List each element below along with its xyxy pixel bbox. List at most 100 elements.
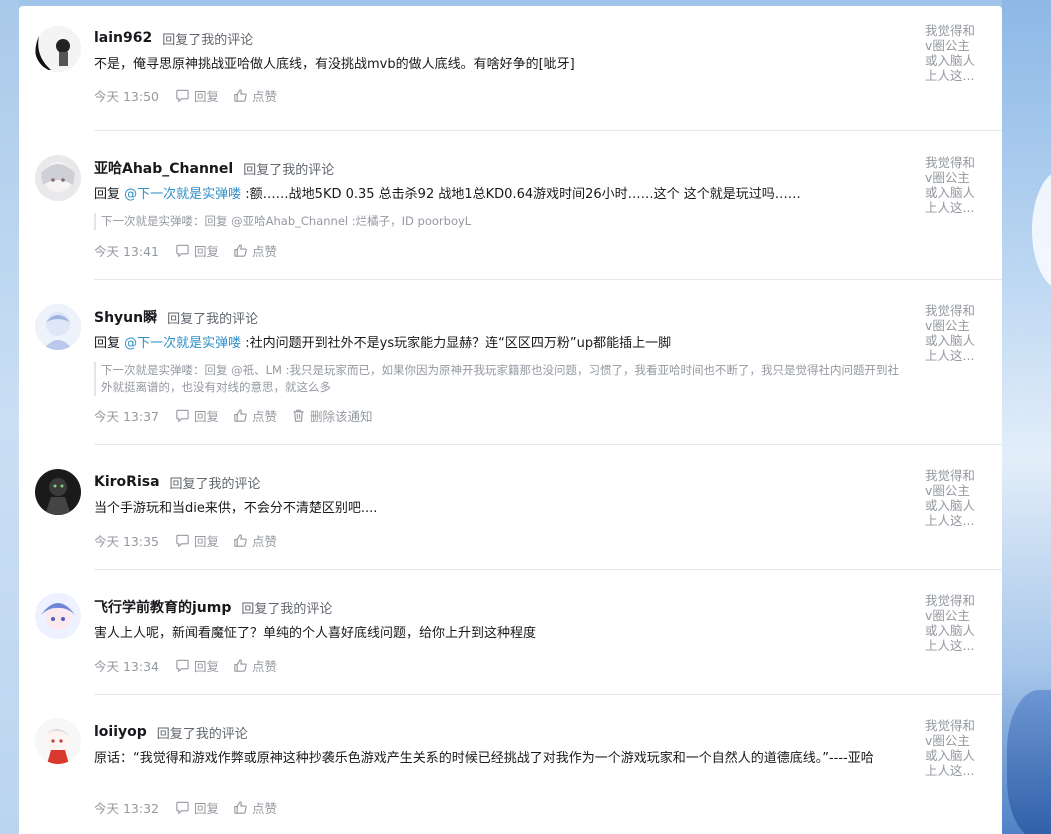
action-text: 回复了我的评论	[241, 601, 333, 617]
background-decoration	[1007, 690, 1051, 834]
reply-label: 回复	[194, 88, 220, 104]
list-item: 亚哈Ahab_Channel 回复了我的评论 回复 @下一次就是实弹喽 :额………	[19, 131, 1002, 280]
preview-line: 或入脑人	[925, 623, 976, 638]
preview-line: 我觉得和	[925, 155, 976, 170]
reply-meta: 今天 13:34 回复 点赞	[94, 656, 291, 674]
like-label: 点赞	[252, 88, 278, 104]
list-item: loiiyop 回复了我的评论 原话：“我觉得和游戏作弊或原神这种抄袭乐色游戏产…	[19, 695, 1002, 834]
reply-content[interactable]: 原话：“我觉得和游戏作弊或原神这种抄袭乐色游戏产生关系的时候已经挑战了对我作为一…	[94, 749, 874, 769]
avatar[interactable]	[35, 469, 81, 515]
original-comment-preview[interactable]: 我觉得和 v圈公主 或入脑人 上人这...	[925, 468, 987, 528]
like-button[interactable]: 点赞	[233, 656, 277, 675]
reply-header: loiiyop 回复了我的评论	[94, 722, 248, 742]
username[interactable]: lain962	[94, 30, 152, 46]
like-label: 点赞	[252, 658, 278, 674]
thumbs-up-icon	[234, 408, 247, 422]
reply-header: 飞行学前教育的jump 回复了我的评论	[94, 597, 332, 617]
preview-line: 上人这...	[925, 763, 975, 778]
avatar[interactable]	[35, 26, 81, 72]
username[interactable]: Shyun瞬	[94, 307, 157, 327]
preview-line: 上人这...	[925, 638, 975, 653]
username[interactable]: KiroRisa	[94, 474, 160, 490]
reply-header: 亚哈Ahab_Channel 回复了我的评论	[94, 158, 334, 178]
avatar[interactable]	[35, 304, 81, 350]
thumbs-up-icon	[234, 800, 247, 814]
like-button[interactable]: 点赞	[233, 406, 277, 425]
like-button[interactable]: 点赞	[233, 798, 277, 817]
thumbs-up-icon	[234, 243, 247, 257]
action-text: 回复了我的评论	[169, 476, 261, 492]
preview-line: v圈公主	[925, 318, 970, 333]
quoted-comment[interactable]: 下一次就是实弹喽：回复 @亚哈Ahab_Channel :烂橘子，ID poor…	[94, 213, 909, 230]
preview-line: 或入脑人	[925, 498, 976, 513]
preview-line: v圈公主	[925, 608, 970, 623]
preview-line: 我觉得和	[925, 303, 976, 318]
background-left	[0, 0, 19, 834]
action-text: 回复了我的评论	[167, 311, 259, 327]
reply-text: :额……战地5KD 0.35 总击杀92 战地1总KD0.64游戏时间26小时……	[241, 187, 801, 202]
reply-label: 回复	[194, 658, 220, 674]
reply-button[interactable]: 回复	[175, 798, 219, 817]
reply-text: :社内问题开到社外不是ys玩家能力显赫？连“区区四万粉”up都能插上一脚	[241, 336, 672, 351]
background-right	[1002, 0, 1051, 834]
original-comment-preview[interactable]: 我觉得和 v圈公主 或入脑人 上人这...	[925, 155, 987, 215]
reply-meta: 今天 13:35 回复 点赞	[94, 531, 291, 549]
avatar[interactable]	[35, 718, 81, 764]
list-item: lain962 回复了我的评论 不是，俺寻思原神挑战亚哈做人底线，有没挑战mvb…	[19, 6, 1002, 131]
mention-link[interactable]: @下一次就是实弹喽	[124, 336, 241, 351]
reply-prefix: 回复	[94, 336, 125, 351]
timestamp: 今天 13:50	[94, 88, 159, 104]
comment-icon	[176, 659, 189, 672]
reply-button[interactable]: 回复	[175, 86, 219, 105]
reply-content[interactable]: 回复 @下一次就是实弹喽 :社内问题开到社外不是ys玩家能力显赫？连“区区四万粉…	[94, 334, 884, 354]
reply-button[interactable]: 回复	[175, 241, 219, 260]
reply-meta: 今天 13:50 回复 点赞	[94, 86, 291, 104]
reply-button[interactable]: 回复	[175, 656, 219, 675]
reply-label: 回复	[194, 533, 220, 549]
background-decoration	[1032, 170, 1051, 290]
reply-button[interactable]: 回复	[175, 406, 219, 425]
original-comment-preview[interactable]: 我觉得和 v圈公主 或入脑人 上人这...	[925, 593, 987, 653]
like-button[interactable]: 点赞	[233, 531, 277, 550]
preview-line: 上人这...	[925, 68, 975, 83]
reply-meta: 今天 13:41 回复 点赞	[94, 241, 291, 259]
delete-notification-button[interactable]: 删除该通知	[291, 406, 373, 425]
reply-content[interactable]: 回复 @下一次就是实弹喽 :额……战地5KD 0.35 总击杀92 战地1总KD…	[94, 185, 884, 205]
preview-line: v圈公主	[925, 170, 970, 185]
reply-label: 回复	[194, 800, 220, 816]
like-label: 点赞	[252, 800, 278, 816]
reply-label: 回复	[194, 408, 220, 424]
like-button[interactable]: 点赞	[233, 241, 277, 260]
quoted-comment[interactable]: 下一次就是实弹喽：回复 @祇、LM :我只是玩家而已，如果你因为原神开我玩家籍那…	[94, 362, 909, 396]
timestamp: 今天 13:34	[94, 658, 159, 674]
mention-link[interactable]: @下一次就是实弹喽	[124, 187, 241, 202]
reply-button[interactable]: 回复	[175, 531, 219, 550]
preview-line: v圈公主	[925, 733, 970, 748]
username[interactable]: loiiyop	[94, 724, 147, 740]
preview-line: 我觉得和	[925, 23, 976, 38]
username[interactable]: 亚哈Ahab_Channel	[94, 158, 233, 178]
like-button[interactable]: 点赞	[233, 86, 277, 105]
thumbs-up-icon	[234, 533, 247, 547]
thumbs-up-icon	[234, 658, 247, 672]
reply-content[interactable]: 害人上人呢，新闻看魔怔了？单纯的个人喜好底线问题，给你上升到这种程度	[94, 624, 884, 644]
preview-line: 我觉得和	[925, 468, 976, 483]
preview-line: 或入脑人	[925, 333, 976, 348]
original-comment-preview[interactable]: 我觉得和 v圈公主 或入脑人 上人这...	[925, 23, 987, 83]
avatar[interactable]	[35, 155, 81, 201]
preview-line: 我觉得和	[925, 718, 976, 733]
preview-line: 上人这...	[925, 348, 975, 363]
thumbs-up-icon	[234, 88, 247, 102]
like-label: 点赞	[252, 533, 278, 549]
username[interactable]: 飞行学前教育的jump	[94, 597, 231, 617]
reply-header: KiroRisa 回复了我的评论	[94, 472, 261, 492]
original-comment-preview[interactable]: 我觉得和 v圈公主 或入脑人 上人这...	[925, 718, 987, 778]
reply-header: lain962 回复了我的评论	[94, 28, 253, 48]
avatar[interactable]	[35, 593, 81, 639]
reply-content[interactable]: 不是，俺寻思原神挑战亚哈做人底线，有没挑战mvb的做人底线。有啥好争的[呲牙]	[94, 55, 884, 75]
reply-label: 回复	[194, 243, 220, 259]
reply-notification-list: lain962 回复了我的评论 不是，俺寻思原神挑战亚哈做人底线，有没挑战mvb…	[19, 6, 1002, 834]
comment-icon	[176, 534, 189, 547]
reply-content[interactable]: 当个手游玩和当die来供，不会分不清楚区别吧....	[94, 499, 884, 519]
original-comment-preview[interactable]: 我觉得和 v圈公主 或入脑人 上人这...	[925, 303, 987, 363]
